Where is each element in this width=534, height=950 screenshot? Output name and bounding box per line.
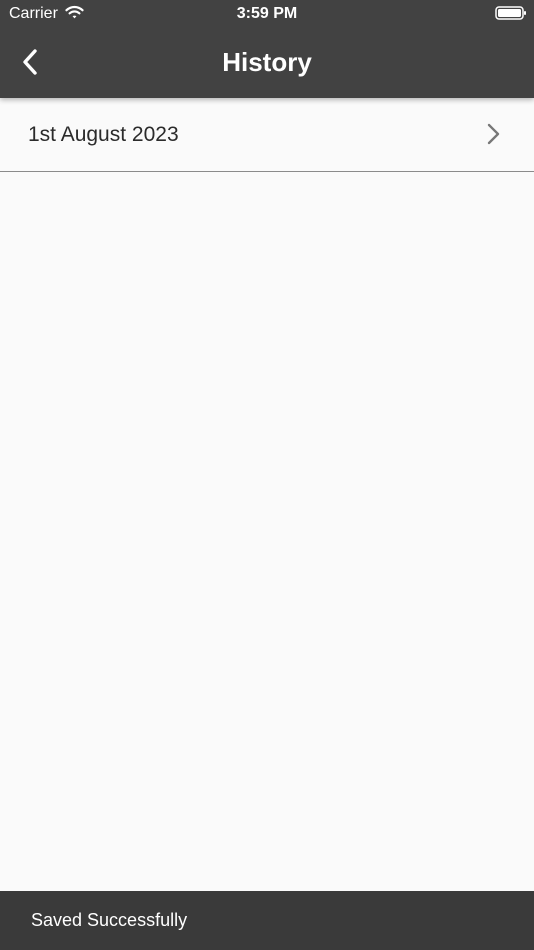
status-bar: Carrier 3:59 PM [0, 0, 534, 28]
chevron-right-icon [487, 123, 500, 145]
history-list-item[interactable]: 1st August 2023 [0, 98, 534, 172]
battery-icon [495, 6, 526, 20]
history-list: 1st August 2023 [0, 98, 534, 172]
snackbar: Saved Successfully [0, 891, 534, 950]
history-date-label: 1st August 2023 [28, 123, 179, 146]
snackbar-message: Saved Successfully [31, 910, 188, 930]
status-time: 3:59 PM [236, 5, 298, 22]
top-app-bar: Carrier 3:59 PM History [0, 0, 534, 98]
page-title: History [222, 47, 312, 77]
navigation-bar: History [0, 28, 534, 98]
